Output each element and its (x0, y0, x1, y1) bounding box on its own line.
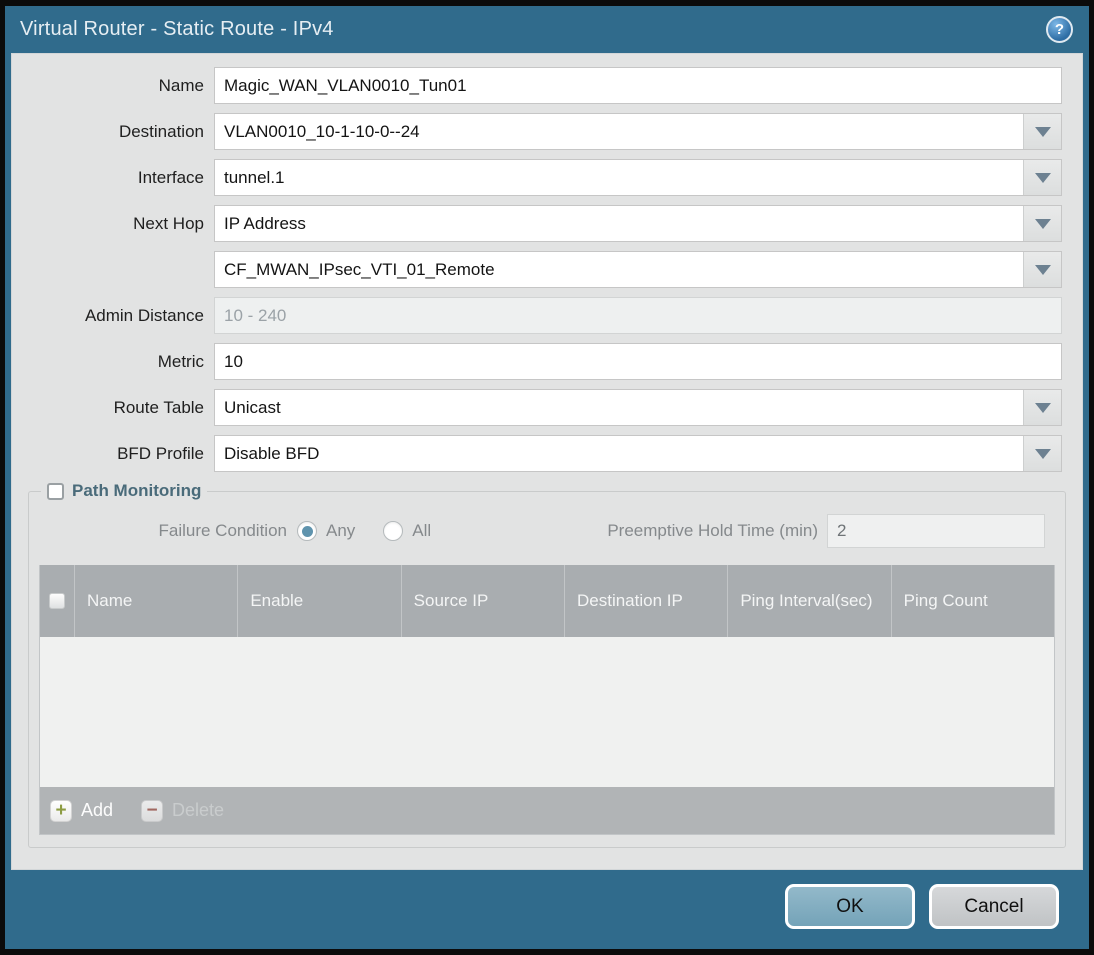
metric-input[interactable] (214, 343, 1062, 380)
next-hop-label: Next Hop (133, 213, 204, 233)
delete-button[interactable]: − Delete (141, 799, 225, 822)
form-row-next-hop: Next Hop IP Address (12, 205, 1062, 242)
dialog-title: Virtual Router - Static Route - IPv4 (20, 18, 334, 40)
column-header-ping-interval[interactable]: Ping Interval(sec) (727, 565, 890, 637)
form-row-interface: Interface tunnel.1 (12, 159, 1062, 196)
column-header-destination-ip[interactable]: Destination IP (563, 565, 727, 637)
route-table-dropdown-button[interactable] (1024, 390, 1061, 425)
bfd-profile-dropdown[interactable]: Disable BFD (214, 435, 1062, 472)
dialog-window: Virtual Router - Static Route - IPv4 ? N… (5, 6, 1089, 949)
destination-value[interactable]: VLAN0010_10-1-10-0--24 (215, 114, 1024, 149)
form-row-admin-distance: Admin Distance (12, 297, 1062, 334)
path-monitoring-legend: Path Monitoring (41, 481, 207, 501)
form-row-metric: Metric (12, 343, 1062, 380)
failure-condition-option-all[interactable]: All (383, 521, 431, 541)
radio-all-icon[interactable] (383, 521, 404, 541)
preemptive-hold-time-label: Preemptive Hold Time (min) (607, 521, 818, 540)
form-row-next-hop-address: CF_MWAN_IPsec_VTI_01_Remote (12, 251, 1062, 288)
failure-condition-row: Failure Condition Any All Preemptive Hol… (39, 513, 1055, 549)
radio-any-label: Any (326, 521, 356, 540)
destination-dropdown-button[interactable] (1024, 114, 1061, 149)
bfd-profile-label: BFD Profile (117, 443, 204, 463)
interface-dropdown[interactable]: tunnel.1 (214, 159, 1062, 196)
next-hop-address-value[interactable]: CF_MWAN_IPsec_VTI_01_Remote (215, 252, 1024, 287)
chevron-down-icon (1034, 448, 1051, 459)
bfd-profile-dropdown-button[interactable] (1024, 436, 1061, 471)
checkbox-icon (49, 593, 65, 609)
admin-distance-input[interactable] (214, 297, 1062, 334)
chevron-down-icon (1034, 402, 1051, 413)
path-monitoring-checkbox[interactable] (47, 482, 64, 500)
table-body-empty (40, 637, 1054, 787)
select-all-checkbox[interactable] (40, 565, 74, 637)
table-footer-bar: + Add − Delete (40, 787, 1054, 834)
minus-icon: − (141, 799, 164, 822)
next-hop-address-dropdown[interactable]: CF_MWAN_IPsec_VTI_01_Remote (214, 251, 1062, 288)
form-row-bfd-profile: BFD Profile Disable BFD (12, 435, 1062, 472)
chevron-down-icon (1034, 218, 1051, 229)
interface-label: Interface (137, 167, 204, 187)
next-hop-address-dropdown-button[interactable] (1024, 252, 1061, 287)
name-label: Name (158, 75, 204, 95)
bfd-profile-value[interactable]: Disable BFD (215, 436, 1024, 471)
route-table-value[interactable]: Unicast (215, 390, 1024, 425)
chevron-down-icon (1034, 264, 1051, 275)
radio-any-icon[interactable] (297, 521, 317, 541)
form-row-destination: Destination VLAN0010_10-1-10-0--24 (12, 113, 1062, 150)
name-input[interactable] (214, 67, 1062, 104)
path-monitoring-title: Path Monitoring (72, 481, 202, 500)
preemptive-hold-time-input[interactable] (827, 514, 1045, 548)
next-hop-dropdown[interactable]: IP Address (214, 205, 1062, 242)
cancel-button[interactable]: Cancel (929, 884, 1059, 929)
route-table-label: Route Table (113, 397, 204, 417)
admin-distance-label: Admin Distance (84, 305, 204, 325)
next-hop-value[interactable]: IP Address (215, 206, 1024, 241)
path-monitoring-section: Path Monitoring Failure Condition Any Al… (28, 481, 1066, 848)
radio-all-label: All (412, 521, 432, 540)
column-header-source-ip[interactable]: Source IP (400, 565, 564, 637)
title-bar: Virtual Router - Static Route - IPv4 ? (5, 6, 1089, 53)
path-monitoring-table: Name Enable Source IP Destination IP Pin… (39, 565, 1055, 835)
route-table-dropdown[interactable]: Unicast (214, 389, 1062, 426)
form-row-route-table: Route Table Unicast (12, 389, 1062, 426)
next-hop-dropdown-button[interactable] (1024, 206, 1061, 241)
add-button-label: Add (81, 800, 114, 820)
destination-dropdown[interactable]: VLAN0010_10-1-10-0--24 (214, 113, 1062, 150)
help-icon[interactable]: ? (1046, 16, 1073, 43)
destination-label: Destination (118, 121, 204, 141)
ok-button[interactable]: OK (785, 884, 915, 929)
interface-dropdown-button[interactable] (1024, 160, 1061, 195)
column-header-name[interactable]: Name (74, 565, 237, 637)
chevron-down-icon (1034, 126, 1051, 137)
add-button[interactable]: + Add (50, 799, 114, 822)
column-header-ping-count[interactable]: Ping Count (890, 565, 1054, 637)
table-header-row: Name Enable Source IP Destination IP Pin… (40, 565, 1054, 637)
column-header-enable[interactable]: Enable (237, 565, 400, 637)
metric-label: Metric (157, 351, 204, 371)
form-panel: Name Destination VLAN0010_10-1-10-0--24 … (11, 53, 1083, 870)
failure-condition-label: Failure Condition (158, 521, 287, 540)
failure-condition-option-any[interactable]: Any (297, 521, 355, 541)
form-row-name: Name (12, 67, 1062, 104)
chevron-down-icon (1034, 172, 1051, 183)
interface-value[interactable]: tunnel.1 (215, 160, 1024, 195)
plus-icon: + (50, 799, 72, 822)
delete-button-label: Delete (172, 800, 225, 820)
dialog-action-buttons: OK Cancel (785, 884, 1059, 929)
